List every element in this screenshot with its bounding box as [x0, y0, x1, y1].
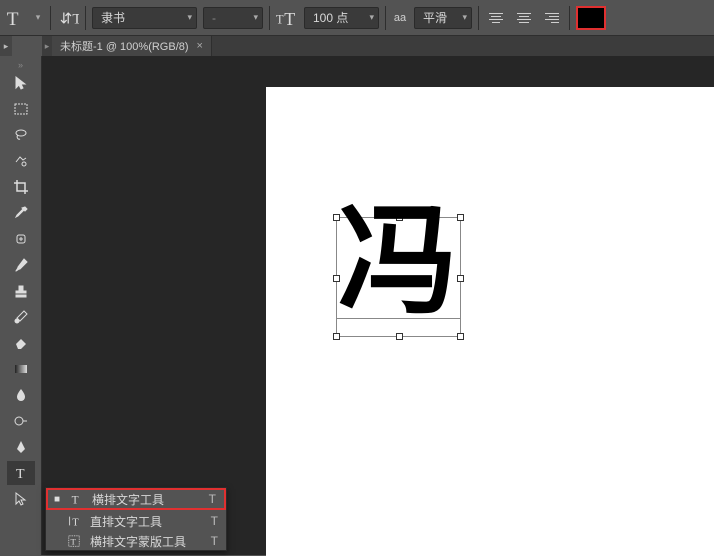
font-style-value: - — [212, 11, 216, 25]
close-tab-button[interactable]: × — [197, 40, 203, 52]
type-icon: T — [68, 492, 84, 506]
handle-e[interactable] — [457, 275, 464, 282]
tools-grip[interactable]: » — [0, 60, 41, 70]
font-size-dropdown[interactable]: 100 点▾ — [304, 7, 379, 29]
crop-tool[interactable] — [7, 175, 35, 199]
history-brush-tool[interactable] — [7, 305, 35, 329]
tabbar-grip: ▸ — [42, 36, 52, 56]
handle-s[interactable] — [396, 333, 403, 340]
marquee-tool[interactable] — [7, 97, 35, 121]
separator — [569, 6, 570, 30]
document-tab-title: 未标题-1 @ 100%(RGB/8) — [60, 38, 189, 54]
vertical-type-icon: T — [66, 514, 82, 528]
handle-sw[interactable] — [333, 333, 340, 340]
eraser-tool[interactable] — [7, 331, 35, 355]
flyout-vertical-type[interactable]: T 直排文字工具 T — [46, 510, 226, 532]
blur-tool[interactable] — [7, 383, 35, 407]
expand-panels-button[interactable]: ▸ — [0, 36, 12, 56]
separator — [269, 6, 270, 30]
separator — [478, 6, 479, 30]
canvas-area[interactable]: 冯 — [42, 56, 714, 555]
separator — [85, 6, 86, 30]
type-tool-flyout: ■ T 横排文字工具 T T 直排文字工具 T T 横排文字蒙版工具 T — [45, 487, 227, 551]
pen-tool[interactable] — [7, 435, 35, 459]
path-select-tool[interactable] — [7, 487, 35, 511]
handle-ne[interactable] — [457, 214, 464, 221]
antialias-icon: aa — [392, 7, 408, 29]
svg-text:T: T — [71, 537, 77, 547]
antialias-dropdown[interactable]: 平滑▾ — [414, 7, 472, 29]
text-orientation-toggle[interactable]: ⇵T — [57, 7, 79, 29]
stamp-tool[interactable] — [7, 279, 35, 303]
document-tab[interactable]: 未标题-1 @ 100%(RGB/8) × — [52, 36, 212, 56]
flyout-shortcut: T — [211, 534, 218, 548]
svg-text:T: T — [72, 517, 79, 528]
type-tool[interactable]: T — [7, 461, 35, 485]
svg-text:T: T — [16, 467, 25, 481]
font-family-value: 隶书 — [101, 9, 125, 26]
svg-text:T: T — [284, 8, 295, 28]
separator — [50, 6, 51, 30]
flyout-horizontal-mask-type[interactable]: T 横排文字蒙版工具 T — [46, 532, 226, 550]
active-indicator: ■ — [54, 494, 60, 505]
flyout-label: 横排文字工具 — [92, 491, 164, 508]
quick-select-tool[interactable] — [7, 149, 35, 173]
separator — [385, 6, 386, 30]
font-style-dropdown[interactable]: -▾ — [203, 7, 263, 29]
tools-panel: » T — [0, 56, 42, 555]
font-size-value: 100 点 — [313, 9, 348, 26]
font-family-dropdown[interactable]: 隶书▾ — [92, 7, 197, 29]
font-size-icon: TT — [276, 7, 298, 29]
flyout-horizontal-type[interactable]: ■ T 横排文字工具 T — [46, 488, 226, 510]
dropdown-arrow-icon[interactable]: ▾ — [32, 7, 44, 29]
svg-text:T: T — [276, 12, 284, 26]
text-color-swatch[interactable] — [576, 6, 606, 30]
dodge-tool[interactable] — [7, 409, 35, 433]
lasso-tool[interactable] — [7, 123, 35, 147]
move-tool[interactable] — [7, 71, 35, 95]
flyout-shortcut: T — [209, 492, 216, 506]
canvas-text[interactable]: 冯 — [338, 202, 458, 322]
eyedropper-tool[interactable] — [7, 201, 35, 225]
type-mask-icon: T — [66, 534, 82, 548]
antialias-value: 平滑 — [423, 9, 447, 26]
healing-brush-tool[interactable] — [7, 227, 35, 251]
svg-text:⇵T: ⇵T — [60, 11, 79, 27]
handle-se[interactable] — [457, 333, 464, 340]
type-tool-indicator: T — [4, 7, 26, 29]
align-center-button[interactable] — [513, 7, 535, 29]
flyout-label: 直排文字工具 — [90, 513, 162, 530]
svg-text:T: T — [7, 8, 19, 28]
flyout-label: 横排文字蒙版工具 — [90, 533, 186, 550]
svg-text:T: T — [72, 494, 79, 506]
gradient-tool[interactable] — [7, 357, 35, 381]
flyout-shortcut: T — [211, 514, 218, 528]
document-canvas[interactable]: 冯 — [266, 87, 714, 556]
align-right-button[interactable] — [541, 7, 563, 29]
align-left-button[interactable] — [485, 7, 507, 29]
brush-tool[interactable] — [7, 253, 35, 277]
